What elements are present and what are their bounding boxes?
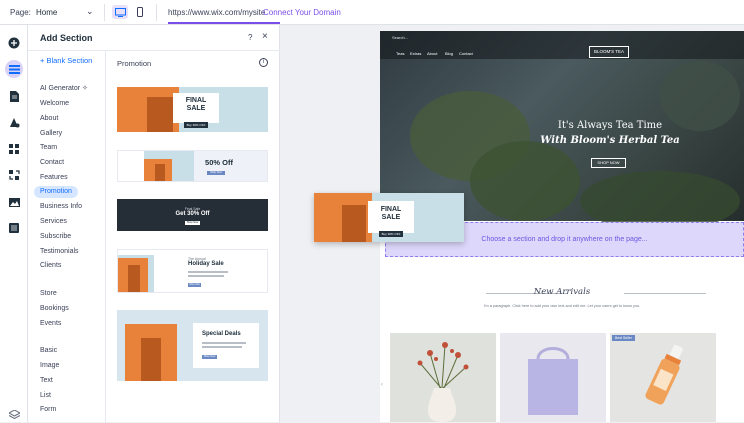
add-section-panel: Add Section ? × + Blank Section AI Gener… [28, 25, 280, 422]
promo-card-final-sale[interactable]: FINAL SALE Buy 30% OFF [117, 87, 268, 132]
add-elements-icon[interactable] [5, 34, 23, 52]
new-arrivals-text: I'm a paragraph. Click here to add your … [483, 304, 641, 308]
chevron-left-icon[interactable]: ‹ [381, 382, 383, 388]
promo-card-50-off[interactable]: 50% Off Shop Now [117, 150, 268, 182]
close-icon[interactable]: × [262, 31, 268, 42]
left-toolbar [0, 25, 28, 422]
mobile-icon[interactable] [132, 5, 148, 19]
connect-domain-link[interactable]: Connect Your Domain [263, 8, 341, 17]
new-arrivals-title: New Arrivals [533, 287, 591, 297]
layers-icon[interactable] [5, 405, 23, 423]
category-business-info[interactable]: Business Info [34, 201, 88, 213]
orange-shape [147, 97, 173, 132]
sale-box: FINAL SALE Buy 30% OFF [173, 93, 219, 128]
site-logo: BLOOM'S TEA [589, 46, 629, 58]
divider [624, 293, 706, 294]
panel-header: Add Section ? × [28, 25, 280, 51]
top-bar: Page: Home ⌄ https://www.wix.com/mysite … [0, 0, 744, 25]
product-card[interactable] [500, 333, 606, 422]
category-events[interactable]: Events [34, 318, 67, 330]
vase-image [417, 342, 469, 422]
category-about[interactable]: About [34, 113, 64, 125]
sparkle-icon: ✧ [82, 85, 88, 92]
hero-subheadline: With Bloom's Herbal Tea [540, 135, 680, 146]
category-form[interactable]: Form [34, 404, 62, 416]
category-testimonials[interactable]: Testimonials [34, 246, 85, 258]
divider [104, 4, 105, 21]
category-store[interactable]: Store [34, 288, 63, 300]
product-card[interactable] [390, 333, 496, 422]
category-promotion[interactable]: Promotion [34, 186, 78, 198]
hero-headline: It's Always Tea Time [557, 120, 663, 131]
apps-icon[interactable] [5, 140, 23, 158]
category-subscribe[interactable]: Subscribe [34, 231, 77, 243]
category-gallery[interactable]: Gallery [34, 128, 68, 140]
url-underline [168, 22, 280, 24]
category-services[interactable]: Services [34, 216, 73, 228]
category-text[interactable]: Text [34, 375, 59, 387]
category-basic[interactable]: Basic [34, 345, 63, 357]
nav-link[interactable]: Blog [445, 51, 453, 56]
product-card[interactable]: Best Seller [610, 333, 716, 422]
desktop-icon[interactable] [112, 5, 128, 19]
promo-card-special-deals[interactable]: Special Deals Shop Now [117, 310, 268, 381]
blank-section-button[interactable]: + Blank Section [40, 56, 92, 65]
help-icon[interactable]: ? [248, 33, 252, 42]
promo-card-holiday-sale[interactable]: The Annual Holiday Sale Shop Now [117, 249, 268, 293]
pages-icon[interactable] [5, 87, 23, 105]
page-selector[interactable]: Home [36, 8, 57, 17]
category-list[interactable]: List [34, 390, 57, 402]
nav-link[interactable]: About [427, 51, 437, 56]
cms-icon[interactable] [5, 219, 23, 237]
nav-link[interactable]: Contact [459, 51, 473, 56]
tote-bag-image [528, 347, 578, 415]
category-welcome[interactable]: Welcome [34, 98, 75, 110]
category-bookings[interactable]: Bookings [34, 303, 75, 315]
site-url: https://www.wix.com/mysite [168, 8, 266, 17]
chevron-down-icon[interactable]: ⌄ [86, 6, 94, 17]
category-features[interactable]: Features [34, 172, 74, 184]
shop-now-button[interactable]: SHOP NOW [591, 158, 626, 168]
category-ai-generator[interactable]: AI Generator ✧ [34, 83, 94, 95]
nav-link[interactable]: Extras [410, 51, 421, 56]
best-seller-badge: Best Seller [612, 335, 635, 341]
category-clients[interactable]: Clients [34, 260, 67, 272]
serum-bottle-image [645, 344, 683, 405]
media-icon[interactable] [5, 193, 23, 211]
info-icon[interactable]: i [259, 58, 268, 67]
category-team[interactable]: Team [34, 142, 63, 154]
add-section-icon[interactable] [5, 60, 23, 78]
category-image[interactable]: Image [34, 360, 65, 372]
page-label: Page: [10, 8, 31, 17]
dragged-section-preview[interactable]: FINAL SALE Buy 30% OFF [314, 193, 464, 242]
design-icon[interactable] [5, 113, 23, 131]
panel-title: Add Section [40, 33, 93, 43]
category-contact[interactable]: Contact [34, 157, 70, 169]
business-icon[interactable] [5, 166, 23, 184]
promotion-header: Promotion [117, 59, 152, 68]
divider [156, 4, 157, 21]
promo-card-get-30-off[interactable]: Final Sale Get 30% Off Shop Now [117, 199, 268, 231]
site-search[interactable]: Search... [392, 35, 408, 40]
nav-link[interactable]: Teas [396, 51, 404, 56]
